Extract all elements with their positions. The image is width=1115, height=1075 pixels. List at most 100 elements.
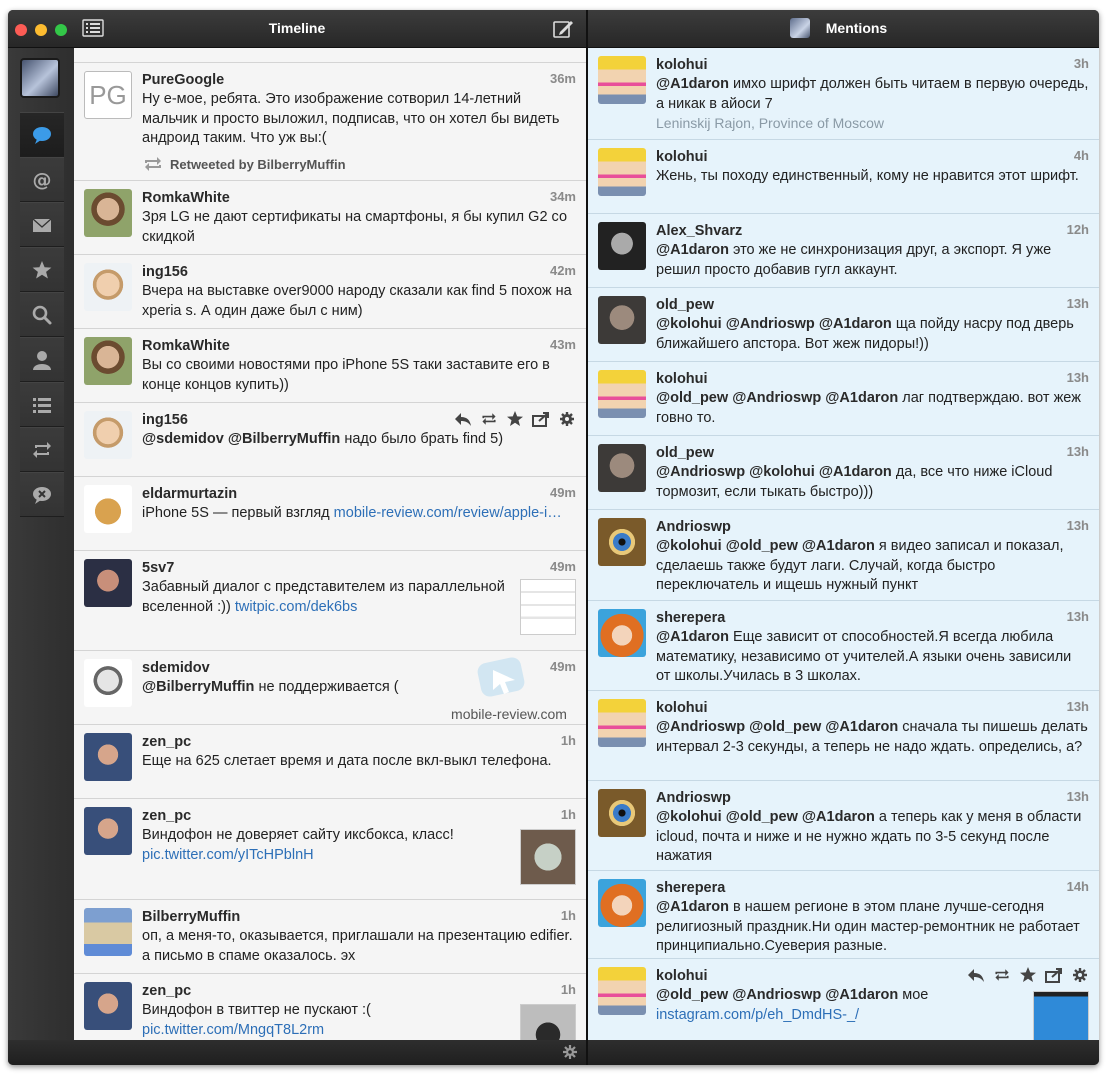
tweet-author[interactable]: zen_pc xyxy=(142,982,576,1001)
sidebar-item-messages[interactable] xyxy=(20,202,64,247)
sidebar-item-profile[interactable] xyxy=(20,337,64,382)
avatar[interactable] xyxy=(84,982,132,1030)
image-thumbnail[interactable] xyxy=(520,829,576,885)
mention-link[interactable]: @A1daron xyxy=(825,390,898,406)
tweet-link[interactable]: twitpic.com/dek6bs xyxy=(235,599,358,615)
tweet-item[interactable]: RomkaWhite 43m Вы со своими новостями пр… xyxy=(74,329,586,403)
avatar[interactable] xyxy=(598,518,646,566)
mentions-column[interactable]: kolohui 3h @A1daron имхо шрифт должен бы… xyxy=(588,48,1099,1040)
tweet-author[interactable]: ing156 xyxy=(142,263,576,282)
avatar[interactable] xyxy=(84,189,132,237)
tweet-author[interactable]: BilberryMuffin xyxy=(142,908,576,927)
tweet-author[interactable]: zen_pc xyxy=(142,733,576,752)
sidebar-item-lists[interactable] xyxy=(20,382,64,427)
avatar[interactable] xyxy=(84,659,132,707)
tweet-author[interactable]: kolohui xyxy=(656,56,1089,75)
gear-icon[interactable] xyxy=(1071,967,1089,983)
avatar[interactable] xyxy=(598,609,646,657)
tweet-item[interactable]: kolohui 3h @A1daron имхо шрифт должен бы… xyxy=(588,48,1099,140)
mention-link[interactable]: @A1daron xyxy=(802,538,875,554)
mention-link[interactable]: @BilberryMuffin xyxy=(142,679,254,695)
reply-icon[interactable] xyxy=(967,967,985,983)
tweet-item[interactable]: sherepera 13h @A1daron Еще зависит от сп… xyxy=(588,601,1099,691)
avatar[interactable] xyxy=(84,908,132,956)
avatar[interactable] xyxy=(84,337,132,385)
mention-link[interactable]: @sdemidov xyxy=(142,431,224,447)
tweet-author[interactable]: zen_pc xyxy=(142,807,576,826)
tweet-item[interactable]: PG PureGoogle 36m Ну е-мое, ребята. Это … xyxy=(74,63,586,181)
avatar[interactable] xyxy=(84,411,132,459)
star-icon[interactable] xyxy=(506,411,524,427)
compose-icon[interactable] xyxy=(552,18,574,40)
tweet-author[interactable]: Andrioswp xyxy=(656,789,1089,808)
mention-link[interactable]: @Andrioswp xyxy=(732,987,821,1003)
tweet-author[interactable]: old_pew xyxy=(656,444,1089,463)
mention-link[interactable]: @old_pew xyxy=(749,719,821,735)
avatar[interactable] xyxy=(84,807,132,855)
settings-gear-icon[interactable] xyxy=(562,1044,578,1060)
avatar[interactable] xyxy=(598,789,646,837)
avatar[interactable] xyxy=(84,263,132,311)
avatar[interactable] xyxy=(598,444,646,492)
avatar[interactable] xyxy=(84,559,132,607)
retweet-icon[interactable] xyxy=(993,967,1011,983)
avatar[interactable]: PG xyxy=(84,71,132,119)
tweet-item[interactable]: Andrioswp 13h @kolohui @old_pew @A1daron… xyxy=(588,510,1099,601)
tweet-item[interactable]: kolohui @old_pew @Andrioswp @A1daron мое… xyxy=(588,959,1099,1040)
tweet-item[interactable]: kolohui 4h Жень, ты походу единственный,… xyxy=(588,140,1099,214)
avatar[interactable] xyxy=(598,699,646,747)
sidebar-item-mentions[interactable]: @ xyxy=(20,157,64,202)
mention-link[interactable]: @A1daron xyxy=(819,464,892,480)
tweet-author[interactable]: Alex_Shvarz xyxy=(656,222,1089,241)
mention-link[interactable]: @BilberryMuffin xyxy=(228,431,340,447)
mention-link[interactable]: @old_pew xyxy=(656,390,728,406)
mention-link[interactable]: @A1daron xyxy=(656,899,729,915)
avatar[interactable] xyxy=(598,56,646,104)
tweet-link[interactable]: instagram.com/p/eh_DmdHS-_/ xyxy=(656,1007,859,1023)
tweet-item[interactable]: ing156 @sdemidov @BilberryMuffin надо бы… xyxy=(74,403,586,477)
tweet-item[interactable]: RomkaWhite 34m Зря LG не дают сертификат… xyxy=(74,181,586,255)
mention-link[interactable]: @A1daron xyxy=(656,242,729,258)
mention-link[interactable]: @A1daron xyxy=(802,809,875,825)
share-icon[interactable] xyxy=(532,411,550,427)
tweet-item[interactable]: sherepera 14h @A1daron в нашем регионе в… xyxy=(588,871,1099,959)
mention-link[interactable]: @old_pew xyxy=(656,987,728,1003)
tweet-item[interactable]: kolohui 13h @old_pew @Andrioswp @A1daron… xyxy=(588,362,1099,436)
sidebar-item-search[interactable] xyxy=(20,292,64,337)
tweet-author[interactable]: old_pew xyxy=(656,296,1089,315)
tweet-item[interactable]: kolohui 13h @Andrioswp @old_pew @A1daron… xyxy=(588,691,1099,781)
mention-link[interactable]: @old_pew xyxy=(726,538,798,554)
image-thumbnail[interactable] xyxy=(1033,991,1089,1040)
avatar[interactable] xyxy=(84,733,132,781)
tweet-item[interactable]: old_pew 13h @kolohui @Andrioswp @A1daron… xyxy=(588,288,1099,362)
tweet-location[interactable]: Leninskij Rajon, Province of Moscow xyxy=(656,114,1089,133)
avatar[interactable] xyxy=(598,222,646,270)
tweet-link[interactable]: pic.twitter.com/yITcHPblnH xyxy=(142,847,314,863)
tweet-author[interactable]: 5sv7 xyxy=(142,559,576,578)
mention-link[interactable]: @Andrioswp xyxy=(656,719,745,735)
image-thumbnail[interactable] xyxy=(520,579,576,635)
tweet-item[interactable]: old_pew 13h @Andrioswp @kolohui @A1daron… xyxy=(588,436,1099,510)
tweet-author[interactable]: kolohui xyxy=(656,699,1089,718)
tweet-author[interactable]: sdemidov xyxy=(142,659,576,678)
tweet-author[interactable]: eldarmurtazin xyxy=(142,485,576,504)
avatar[interactable] xyxy=(598,967,646,1015)
reply-icon[interactable] xyxy=(454,411,472,427)
retweeted-by[interactable]: Retweeted by BilberryMuffin xyxy=(142,157,576,172)
user-avatar[interactable] xyxy=(20,58,60,98)
image-thumbnail[interactable] xyxy=(520,1004,576,1040)
mention-link[interactable]: @kolohui xyxy=(656,809,722,825)
avatar[interactable] xyxy=(598,370,646,418)
timeline-column[interactable]: PG PureGoogle 36m Ну е-мое, ребята. Это … xyxy=(74,48,586,1040)
tweet-author[interactable]: sherepera xyxy=(656,609,1089,628)
share-icon[interactable] xyxy=(1045,967,1063,983)
mention-link[interactable]: @old_pew xyxy=(726,809,798,825)
mention-link[interactable]: @A1daron xyxy=(819,316,892,332)
mention-link[interactable]: @A1daron xyxy=(825,719,898,735)
tweet-author[interactable]: kolohui xyxy=(656,148,1089,167)
mention-link[interactable]: @A1daron xyxy=(825,987,898,1003)
tweet-author[interactable]: Andrioswp xyxy=(656,518,1089,537)
tweet-author[interactable]: kolohui xyxy=(656,370,1089,389)
mention-link[interactable]: @kolohui xyxy=(656,316,722,332)
tweet-item[interactable]: 5sv7 49m Забавный диалог с представителе… xyxy=(74,551,586,651)
